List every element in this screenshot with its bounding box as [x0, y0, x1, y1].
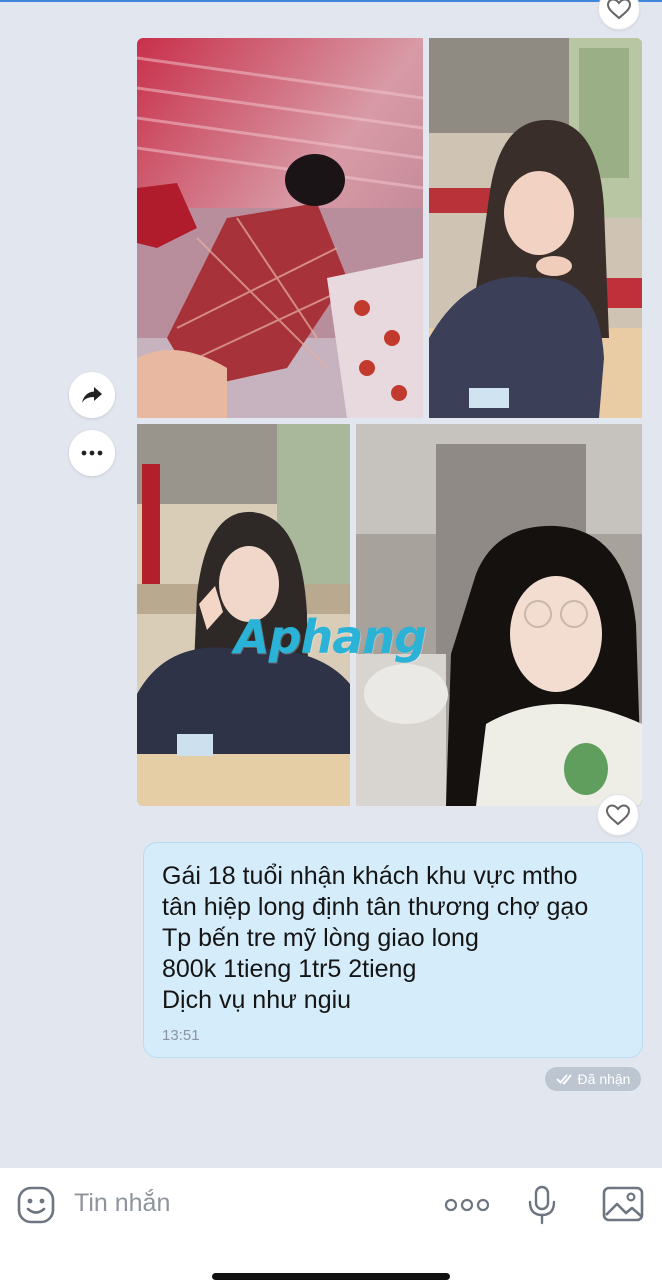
- message-composer: Tin nhắn: [0, 1167, 662, 1281]
- double-check-icon: [555, 1074, 572, 1085]
- forward-button[interactable]: [69, 372, 115, 418]
- image-icon: [602, 1186, 644, 1222]
- message-bubble[interactable]: Gái 18 tuổi nhận khách khu vực mtho tân …: [143, 842, 643, 1058]
- message-input[interactable]: Tin nhắn: [74, 1189, 170, 1218]
- heart-icon: [605, 804, 631, 826]
- message-line: 800k 1tieng 1tr5 2tieng: [162, 955, 417, 983]
- emoji-icon: [17, 1186, 55, 1224]
- send-image-button[interactable]: [601, 1184, 645, 1224]
- more-options-button[interactable]: [69, 430, 115, 476]
- emoji-button[interactable]: [16, 1185, 56, 1225]
- more-options-button[interactable]: [444, 1190, 490, 1220]
- message-line: Tp bến tre mỹ lòng giao long: [162, 924, 479, 952]
- reaction-heart-button[interactable]: [598, 0, 640, 30]
- options-dots-icon: [444, 1198, 490, 1212]
- microphone-icon: [528, 1185, 556, 1225]
- message-line: Dịch vụ như ngiu: [162, 986, 352, 1014]
- message-time: 13:51: [162, 1027, 200, 1044]
- forward-arrow-icon: [82, 387, 102, 403]
- voice-message-button[interactable]: [526, 1184, 558, 1226]
- more-dots-icon: [81, 450, 103, 456]
- message-line: Gái 18 tuổi nhận khách khu vực mtho: [162, 862, 578, 890]
- photo-2[interactable]: [429, 38, 642, 418]
- delivery-status-badge: Đã nhận: [545, 1067, 641, 1091]
- reaction-heart-button[interactable]: [597, 794, 639, 836]
- photo-1[interactable]: [137, 38, 423, 418]
- heart-icon: [606, 0, 632, 20]
- watermark-logo: Aphang: [234, 610, 427, 664]
- message-line: tân hiệp long định tân thương chợ gạo: [162, 893, 589, 921]
- top-divider: [0, 0, 662, 2]
- home-indicator: [212, 1273, 450, 1280]
- delivery-status-label: Đã nhận: [577, 1071, 631, 1087]
